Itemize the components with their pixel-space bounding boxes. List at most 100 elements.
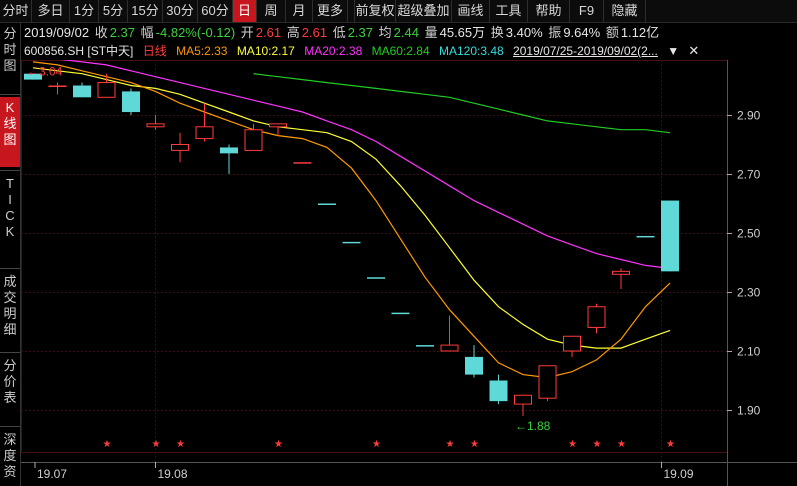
open-label: 开 bbox=[240, 25, 254, 40]
volume-label: 量 bbox=[424, 25, 438, 40]
signal-star-icon: ★ bbox=[372, 439, 381, 450]
view-sidebar: 分时图 K线图 TICK 成交明细分价表深度资 bbox=[0, 23, 21, 486]
candle-body[interactable] bbox=[342, 241, 361, 244]
side-separator bbox=[0, 426, 20, 427]
signal-star-icon: ★ bbox=[666, 439, 675, 450]
kline-chart[interactable]: 2.90 2.70 2.50 2.30 2.10 1.90 19.07 19.08 19.09 ←… bbox=[21, 60, 797, 486]
side-tab-3[interactable]: 成交明细 bbox=[0, 271, 20, 349]
low-value: 2.37 bbox=[347, 25, 374, 40]
candle-body[interactable] bbox=[195, 126, 214, 140]
period-button-14[interactable]: 工具 bbox=[490, 0, 528, 22]
signal-star-icon: ★ bbox=[152, 439, 161, 450]
signal-star-icon: ★ bbox=[103, 439, 112, 450]
side-separator bbox=[0, 170, 20, 171]
candle-body[interactable] bbox=[73, 85, 91, 98]
turnover-value: 3.40% bbox=[505, 25, 543, 40]
date-range[interactable]: 2019/07/25-2019/09/02(2... bbox=[513, 44, 658, 58]
candle-body[interactable] bbox=[171, 144, 189, 151]
candle-body[interactable] bbox=[122, 91, 140, 113]
candle-body[interactable] bbox=[636, 235, 655, 238]
ma10-legend: MA10:2.17 bbox=[236, 44, 295, 58]
candle-body[interactable] bbox=[293, 162, 312, 164]
side-tab-2[interactable]: TICK bbox=[0, 173, 20, 265]
stock-code: 600856.SH [ST中天] bbox=[24, 44, 134, 58]
close-label: 收 bbox=[94, 25, 108, 40]
period-button-8[interactable]: 周 bbox=[257, 0, 286, 22]
period-button-4[interactable]: 15分 bbox=[128, 0, 163, 22]
period-toolbar: 分时 多日 1分 5分 15分 30分 60分日周月更多 前复权 超级叠加 画线 工具 帮助 F9 隐藏 bbox=[0, 0, 797, 23]
candle-body[interactable] bbox=[489, 380, 508, 402]
period-button-2[interactable]: 1分 bbox=[70, 0, 99, 22]
avg-label: 均 bbox=[378, 25, 392, 40]
y-tick-label: 2.50 bbox=[737, 227, 761, 241]
candle-body[interactable] bbox=[465, 356, 483, 375]
change-label: 幅 bbox=[140, 25, 154, 40]
candle-body[interactable] bbox=[661, 200, 679, 272]
candle-body[interactable] bbox=[440, 344, 459, 352]
side-tab-0[interactable]: 分时图 bbox=[0, 23, 20, 91]
y-tick-label: 1.90 bbox=[737, 404, 761, 418]
change-value: -4.82%(-0.12) bbox=[155, 25, 236, 40]
x-tick-label: 19.09 bbox=[664, 467, 694, 481]
period-button-12[interactable]: 超级叠加 bbox=[396, 0, 452, 22]
side-tab-1[interactable]: K线图 bbox=[0, 97, 20, 167]
candle-body[interactable] bbox=[391, 312, 410, 315]
period-button-16[interactable]: F9 bbox=[570, 0, 604, 22]
period-button-10[interactable]: 更多 bbox=[313, 0, 348, 22]
period-button-3[interactable]: 5分 bbox=[99, 0, 128, 22]
signal-star-icon: ★ bbox=[274, 439, 283, 450]
period-label[interactable]: 日线 bbox=[143, 44, 167, 58]
low-marker-label: ←1.88 bbox=[515, 419, 551, 433]
x-tick-label: 19.07 bbox=[37, 467, 67, 481]
dropdown-triangle-icon[interactable]: ▼ bbox=[667, 44, 679, 58]
side-tab-4[interactable]: 分价表 bbox=[0, 355, 20, 423]
period-button-15[interactable]: 帮助 bbox=[528, 0, 570, 22]
ma20-line bbox=[60, 60, 671, 269]
candle-body[interactable] bbox=[416, 345, 434, 347]
period-button-17[interactable]: 隐藏 bbox=[604, 0, 646, 22]
ma60-line bbox=[253, 73, 671, 134]
y-tick-label: 2.30 bbox=[737, 286, 761, 300]
candle-body[interactable] bbox=[269, 123, 287, 128]
volume-value: 45.65万 bbox=[439, 25, 486, 40]
candle-body[interactable] bbox=[587, 306, 606, 328]
candle-body[interactable] bbox=[244, 129, 263, 151]
period-button-6[interactable]: 60分 bbox=[198, 0, 233, 22]
period-button-7[interactable]: 日 bbox=[233, 0, 257, 22]
signal-star-icon: ★ bbox=[568, 439, 577, 450]
candle-body[interactable] bbox=[538, 365, 557, 399]
candle-body[interactable] bbox=[563, 335, 581, 352]
period-button-13[interactable]: 画线 bbox=[452, 0, 490, 22]
side-tab-5[interactable]: 深度资 bbox=[0, 429, 20, 486]
candle-body[interactable] bbox=[97, 82, 116, 98]
period-button-5[interactable]: 30分 bbox=[163, 0, 198, 22]
candle-body[interactable] bbox=[48, 85, 67, 88]
x-tick-label: 19.08 bbox=[158, 467, 188, 481]
candle-body[interactable] bbox=[318, 203, 336, 206]
period-button-1[interactable]: 多日 bbox=[32, 0, 70, 22]
close-icon[interactable]: ✕ bbox=[688, 43, 699, 58]
avg-value: 2.44 bbox=[393, 25, 419, 40]
signal-star-icon: ★ bbox=[617, 439, 626, 450]
ma5-legend: MA5:2.33 bbox=[176, 44, 228, 58]
candle-body[interactable] bbox=[612, 270, 630, 275]
ma-legend-bar: 600856.SH [ST中天] 日线 MA5:2.33 MA10:2.17 M… bbox=[24, 43, 705, 59]
signal-star-icon: ★ bbox=[470, 439, 479, 450]
high-label: 高 bbox=[286, 25, 300, 40]
y-tick-label: 2.90 bbox=[737, 109, 761, 123]
signal-star-icon: ★ bbox=[176, 439, 185, 450]
candle-body[interactable] bbox=[367, 277, 385, 279]
side-separator bbox=[0, 268, 20, 269]
candle-body[interactable] bbox=[220, 147, 238, 154]
candle-body[interactable] bbox=[514, 394, 532, 405]
signal-star-icon: ★ bbox=[446, 439, 455, 450]
ma20-legend: MA20:2.38 bbox=[304, 44, 363, 58]
open-value: 2.61 bbox=[255, 25, 282, 40]
amount-value: 1.12亿 bbox=[620, 25, 660, 40]
plot-frame bbox=[21, 60, 728, 453]
period-button-9[interactable]: 月 bbox=[286, 0, 313, 22]
period-button-11[interactable]: 前复权 bbox=[354, 0, 396, 22]
period-button-0[interactable]: 分时 bbox=[0, 0, 32, 22]
candle-body[interactable] bbox=[146, 123, 165, 128]
side-separator bbox=[0, 94, 20, 95]
